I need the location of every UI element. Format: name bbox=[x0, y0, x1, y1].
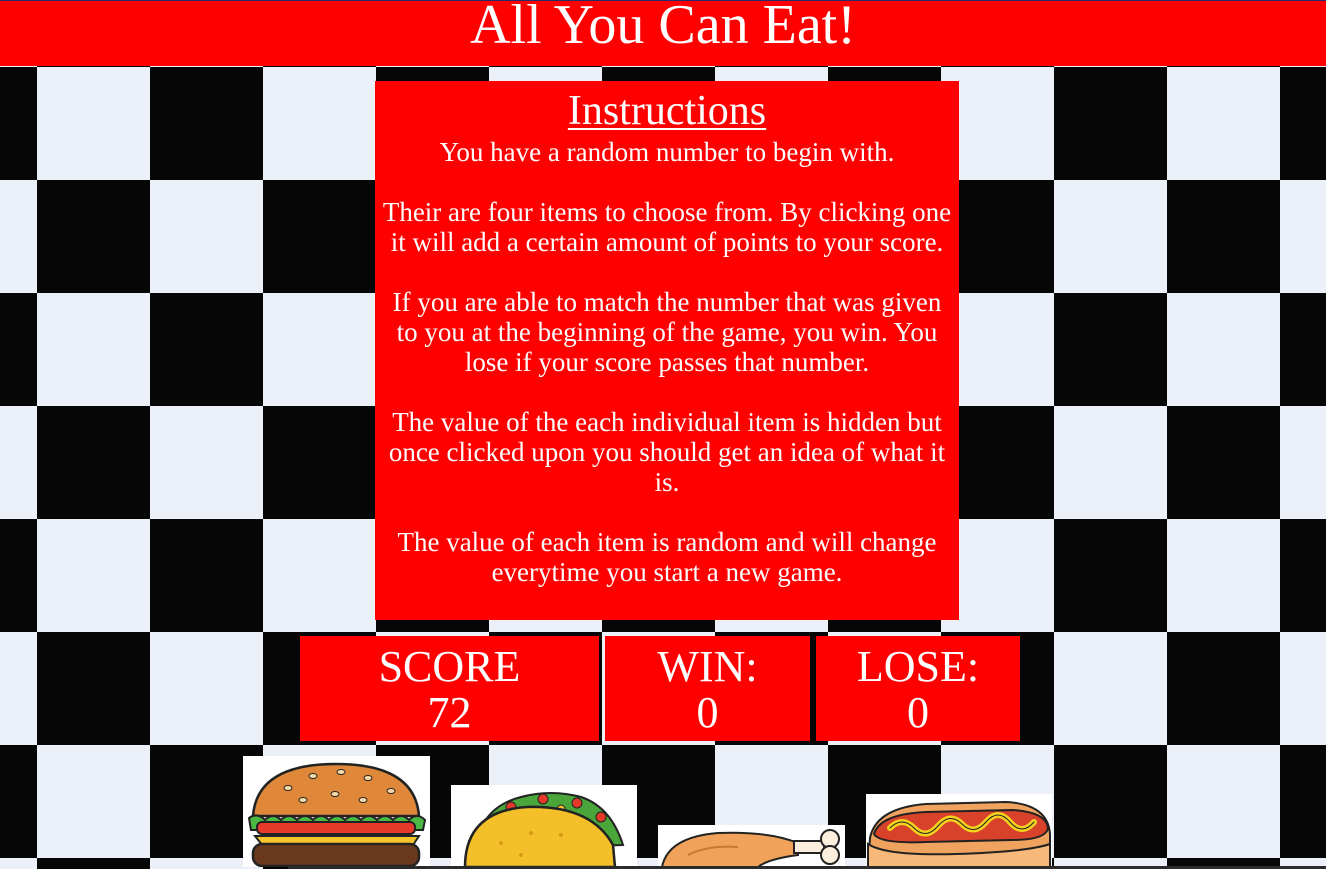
lose-box: LOSE: 0 bbox=[816, 636, 1020, 741]
lose-value: 0 bbox=[907, 688, 929, 737]
instruction-paragraph: Their are four items to choose from. By … bbox=[382, 197, 952, 257]
win-value: 0 bbox=[696, 688, 719, 737]
instruction-paragraph: The value of the each individual item is… bbox=[388, 407, 946, 497]
instructions-panel: Instructions You have a random number to… bbox=[375, 81, 959, 620]
score-value: 72 bbox=[427, 688, 472, 737]
score-label: SCORE bbox=[378, 642, 521, 691]
taco-icon bbox=[463, 792, 625, 867]
instruction-paragraph: You have a random number to begin with. bbox=[439, 137, 895, 167]
win-label: WIN: bbox=[657, 642, 758, 691]
instruction-paragraph: If you are able to match the number that… bbox=[392, 287, 942, 377]
burger-icon bbox=[247, 762, 427, 867]
instruction-paragraph: The value of each item is random and wil… bbox=[397, 527, 937, 587]
lose-label: LOSE: bbox=[856, 642, 980, 691]
burger-button[interactable] bbox=[243, 756, 430, 867]
header-banner: All You Can Eat! bbox=[0, 1, 1326, 66]
hotdog-button[interactable] bbox=[866, 794, 1052, 867]
hotdog-icon bbox=[866, 800, 1051, 867]
page-title: All You Can Eat! bbox=[470, 1, 856, 56]
chicken-button[interactable] bbox=[658, 825, 845, 867]
taco-button[interactable] bbox=[451, 785, 637, 867]
score-box: SCORE 72 bbox=[300, 636, 599, 741]
instructions-heading: Instructions bbox=[567, 88, 767, 134]
win-box: WIN: 0 bbox=[605, 636, 810, 741]
chicken-leg-icon bbox=[660, 829, 840, 867]
